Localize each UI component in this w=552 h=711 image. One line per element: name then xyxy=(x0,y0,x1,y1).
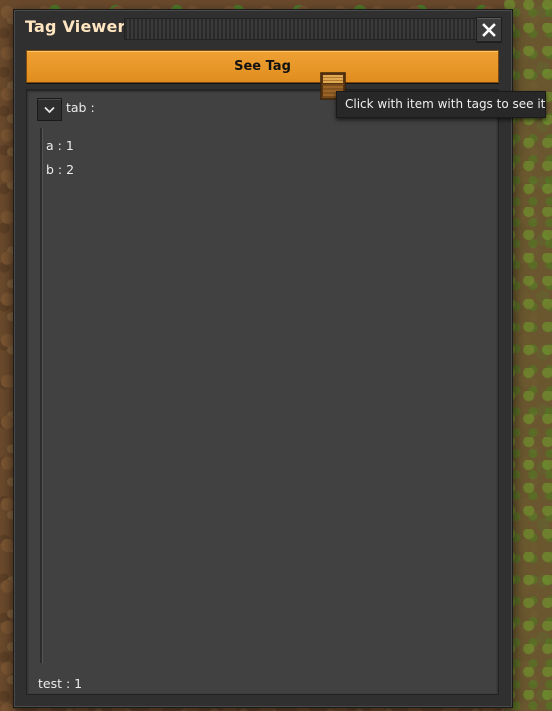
close-icon xyxy=(482,23,496,37)
tree-indent-line xyxy=(40,128,43,663)
tooltip: Click with item with tags to see it xyxy=(336,91,546,118)
window-titlebar[interactable]: Tag Viewer xyxy=(14,10,512,48)
window-title: Tag Viewer xyxy=(25,17,126,36)
chevron-down-icon xyxy=(44,106,55,113)
drag-handle[interactable] xyxy=(124,18,478,40)
expand-toggle-button[interactable] xyxy=(37,98,62,121)
see-tag-button[interactable]: See Tag xyxy=(26,50,499,83)
tag-content-panel: tab : a : 1 b : 2 test : 1 xyxy=(26,89,499,695)
close-button[interactable] xyxy=(476,17,502,43)
tag-footer-text: test : 1 xyxy=(38,676,83,691)
tree-entry: b : 2 xyxy=(46,162,75,177)
tree-node-label: tab : xyxy=(66,100,95,115)
tree-entry: a : 1 xyxy=(46,138,74,153)
tooltip-text: Click with item with tags to see it xyxy=(345,97,546,111)
